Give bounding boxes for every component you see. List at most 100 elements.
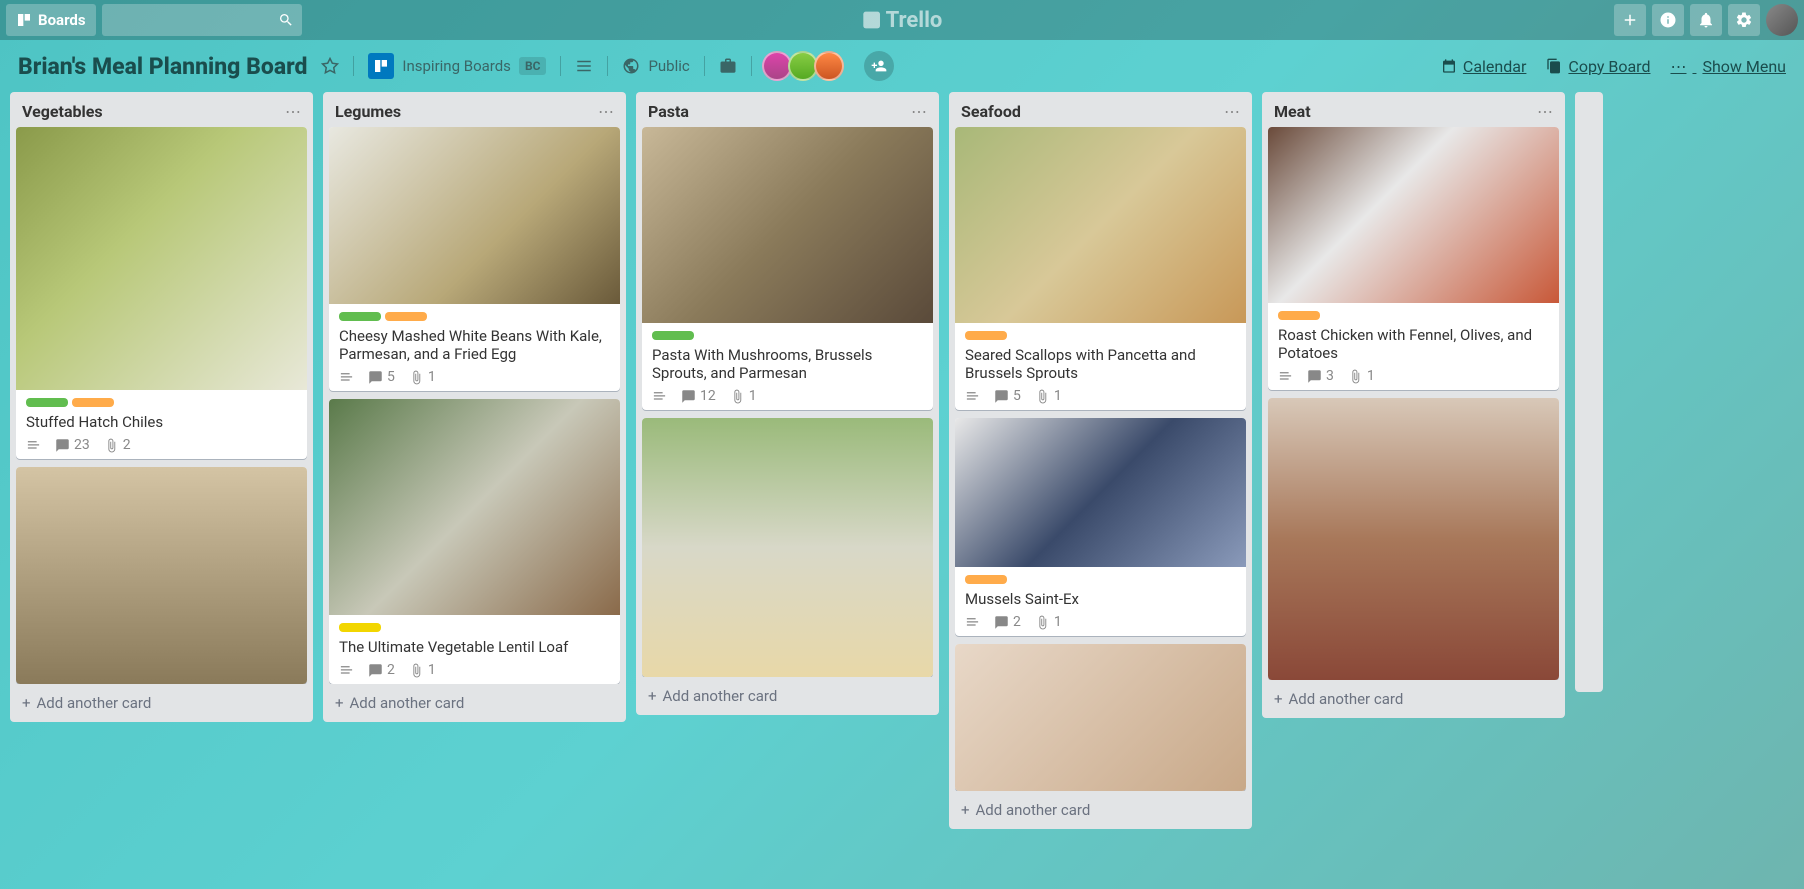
card-cover [329, 127, 620, 304]
board-members[interactable] [766, 51, 844, 81]
card-label [339, 623, 381, 632]
bell-icon [1697, 11, 1715, 29]
card-cover [16, 127, 307, 390]
list: Vegetables ⋯ Stuffed Hatch Chiles 23 2 + Add … [10, 92, 313, 722]
description-badge [26, 438, 41, 453]
list-menu-button[interactable]: ⋯ [911, 102, 927, 121]
card[interactable]: Stuffed Hatch Chiles 23 2 [16, 127, 307, 459]
add-card-button[interactable]: + Add another card [949, 791, 1252, 829]
org-link[interactable]: Inspiring Boards BC [368, 53, 546, 79]
calendar-link[interactable]: Calendar [1441, 57, 1526, 76]
card-label [72, 398, 114, 407]
card[interactable]: The Ultimate Vegetable Lentil Loaf21 [329, 399, 620, 684]
card-cover [642, 418, 933, 677]
card[interactable] [16, 467, 307, 684]
topbar: Boards Trello [0, 0, 1804, 40]
card[interactable]: Mussels Saint-Ex 21 [955, 418, 1246, 636]
description-badge [1278, 369, 1293, 384]
card-label [965, 331, 1007, 340]
attachments-badge: 1 [1035, 614, 1062, 630]
attachments-badge: 1 [409, 369, 436, 385]
card-label [26, 398, 68, 407]
card-label [652, 331, 694, 340]
card[interactable] [642, 418, 933, 677]
list: Meat ⋯ Roast Chicken with Fennel, Olives, … [1262, 92, 1565, 718]
comments-badge: 23 [55, 437, 90, 453]
card[interactable]: Roast Chicken with Fennel, Olives, and P… [1268, 127, 1559, 390]
notifications-button[interactable] [1690, 4, 1722, 36]
boards-button[interactable]: Boards [6, 4, 96, 36]
add-card-button[interactable]: + Add another card [10, 684, 313, 722]
attachments-badge: 1 [409, 662, 436, 678]
comments-badge: 2 [994, 614, 1021, 630]
card[interactable]: Pasta With Mushrooms, Brussels Sprouts, … [642, 127, 933, 410]
trello-logo[interactable]: Trello [862, 8, 943, 33]
board-icon [16, 12, 32, 28]
trello-icon [862, 10, 882, 30]
star-icon[interactable] [321, 57, 339, 75]
list-icon[interactable] [575, 57, 593, 75]
list-title[interactable]: Pasta [648, 102, 689, 121]
list-title[interactable]: Legumes [335, 102, 401, 121]
briefcase-icon[interactable] [719, 57, 737, 75]
list-title[interactable]: Seafood [961, 102, 1021, 121]
list-menu-button[interactable]: ⋯ [285, 102, 301, 121]
card-cover [16, 467, 307, 684]
card-label [1278, 311, 1320, 320]
comments-badge: 5 [994, 388, 1021, 404]
board-canvas[interactable]: Vegetables⋯Stuffed Hatch Chiles232+ Add … [0, 92, 1804, 889]
attachments-badge: 2 [104, 437, 131, 453]
card-title: Pasta With Mushrooms, Brussels Sprouts, … [652, 346, 923, 382]
attachments-badge: 1 [730, 388, 757, 404]
board-title[interactable]: Brian's Meal Planning Board [18, 53, 307, 80]
card-title: Mussels Saint-Ex [965, 590, 1236, 608]
create-button[interactable] [1614, 4, 1646, 36]
list [1575, 92, 1603, 692]
list-menu-button[interactable]: ⋯ [1537, 102, 1553, 121]
search-input[interactable] [102, 4, 302, 36]
card-title: Roast Chicken with Fennel, Olives, and P… [1278, 326, 1549, 362]
copy-board-link[interactable]: Copy Board [1546, 57, 1650, 76]
card-cover [1268, 398, 1559, 680]
card-cover [1268, 127, 1559, 303]
description-badge [339, 370, 354, 385]
info-button[interactable] [1652, 4, 1684, 36]
card-title: Cheesy Mashed White Beans With Kale, Par… [339, 327, 610, 363]
comments-badge: 12 [681, 388, 716, 404]
add-user-icon [871, 58, 887, 74]
card-cover [955, 418, 1246, 567]
globe-icon [622, 57, 640, 75]
comments-badge: 3 [1307, 368, 1334, 384]
attachments-badge: 1 [1035, 388, 1062, 404]
list-title[interactable]: Meat [1274, 102, 1311, 121]
settings-button[interactable] [1728, 4, 1760, 36]
card[interactable] [955, 644, 1246, 791]
description-badge [652, 389, 667, 404]
description-badge [339, 663, 354, 678]
list-menu-button[interactable]: ⋯ [1224, 102, 1240, 121]
comments-badge: 2 [368, 662, 395, 678]
board-header: Brian's Meal Planning Board Inspiring Bo… [0, 40, 1804, 92]
search-icon [278, 12, 294, 28]
add-card-button[interactable]: + Add another card [323, 684, 626, 722]
card[interactable]: Seared Scallops with Pancetta and Brusse… [955, 127, 1246, 410]
show-menu-link[interactable]: ⋯ Show Menu [1670, 57, 1786, 76]
add-member-button[interactable] [864, 51, 894, 81]
user-avatar[interactable] [1766, 4, 1798, 36]
plus-icon [1621, 11, 1639, 29]
comments-badge: 5 [368, 369, 395, 385]
copy-icon [1546, 58, 1562, 74]
add-card-button[interactable]: + Add another card [1262, 680, 1565, 718]
list-title[interactable]: Vegetables [22, 102, 103, 121]
card[interactable]: Cheesy Mashed White Beans With Kale, Par… [329, 127, 620, 391]
description-badge [965, 389, 980, 404]
visibility-button[interactable]: Public [622, 57, 689, 75]
gear-icon [1735, 11, 1753, 29]
card-title: Stuffed Hatch Chiles [26, 413, 297, 431]
list-menu-button[interactable]: ⋯ [598, 102, 614, 121]
add-card-button[interactable]: + Add another card [636, 677, 939, 715]
card-label [965, 575, 1007, 584]
member-avatar[interactable] [814, 51, 844, 81]
card[interactable] [1268, 398, 1559, 680]
description-badge [965, 615, 980, 630]
